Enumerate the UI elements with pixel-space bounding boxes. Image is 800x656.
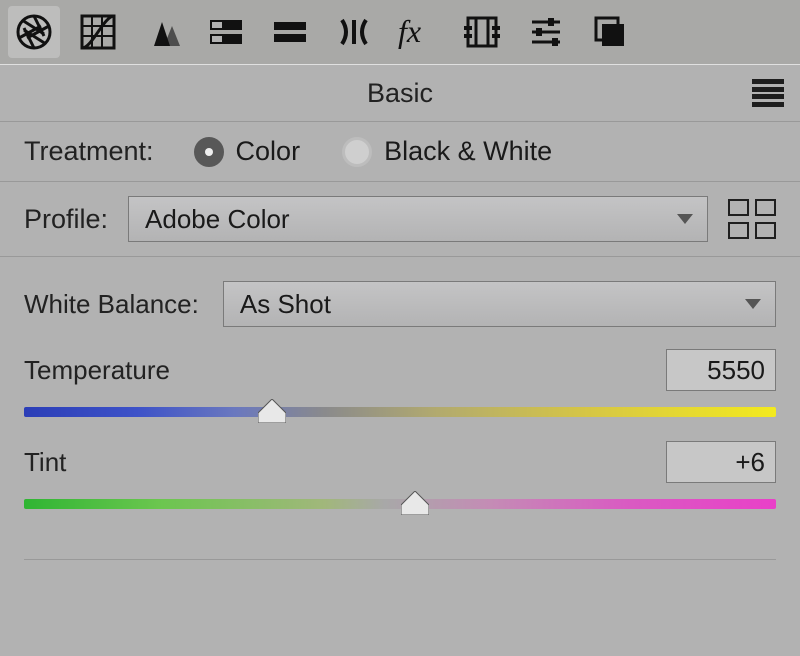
treatment-bw-label: Black & White [384,136,552,167]
white-balance-row: White Balance: As Shot [24,257,776,327]
white-balance-dropdown[interactable]: As Shot [223,281,776,327]
profile-dropdown[interactable]: Adobe Color [128,196,708,242]
temperature-track [24,407,776,417]
calibration-icon[interactable] [456,6,508,58]
temperature-thumb[interactable] [258,399,286,423]
panel-menu-icon[interactable] [752,79,784,107]
tint-track [24,499,776,509]
detail-icon[interactable] [136,6,188,58]
tint-block: Tint +6 [24,441,776,511]
sliders-icon[interactable] [520,6,572,58]
temperature-label: Temperature [24,355,170,386]
profile-browser-icon[interactable] [728,199,776,239]
radio-bw[interactable] [342,137,372,167]
fx-icon[interactable]: fx [392,6,444,58]
treatment-color-label: Color [236,136,301,167]
temperature-value-input[interactable]: 5550 [666,349,776,391]
curve-icon[interactable] [72,6,124,58]
aperture-icon[interactable] [8,6,60,58]
temperature-slider[interactable] [24,405,776,419]
basic-panel: Basic Treatment: Color Black & White Pro… [0,64,800,560]
divider [24,559,776,560]
chevron-down-icon [745,299,761,309]
tint-thumb[interactable] [401,491,429,515]
white-balance-label: White Balance: [24,289,199,320]
profile-label: Profile: [24,204,108,235]
temperature-value: 5550 [707,355,765,386]
tint-value-input[interactable]: +6 [666,441,776,483]
white-balance-selected: As Shot [240,289,331,320]
profile-selected: Adobe Color [145,204,290,235]
treatment-label: Treatment: [24,136,154,167]
panel-title: Basic [367,78,433,109]
profile-row: Profile: Adobe Color [0,182,800,257]
treatment-option-color[interactable]: Color [194,136,301,167]
radio-color[interactable] [194,137,224,167]
treatment-row: Treatment: Color Black & White [0,122,800,182]
tint-slider[interactable] [24,497,776,511]
temperature-block: Temperature 5550 [24,349,776,419]
hsl-icon[interactable] [200,6,252,58]
panel-header: Basic [0,65,800,122]
tool-tab-bar: fx [0,0,800,64]
tint-label: Tint [24,447,66,478]
svg-text:fx: fx [398,13,421,49]
snapshots-icon[interactable] [584,6,636,58]
lens-icon[interactable] [328,6,380,58]
chevron-down-icon [677,214,693,224]
split-tone-icon[interactable] [264,6,316,58]
treatment-option-bw[interactable]: Black & White [342,136,552,167]
treatment-radio-group: Color Black & White [194,136,583,167]
tint-value: +6 [735,447,765,478]
white-balance-section: White Balance: As Shot Temperature 5550 [0,257,800,531]
